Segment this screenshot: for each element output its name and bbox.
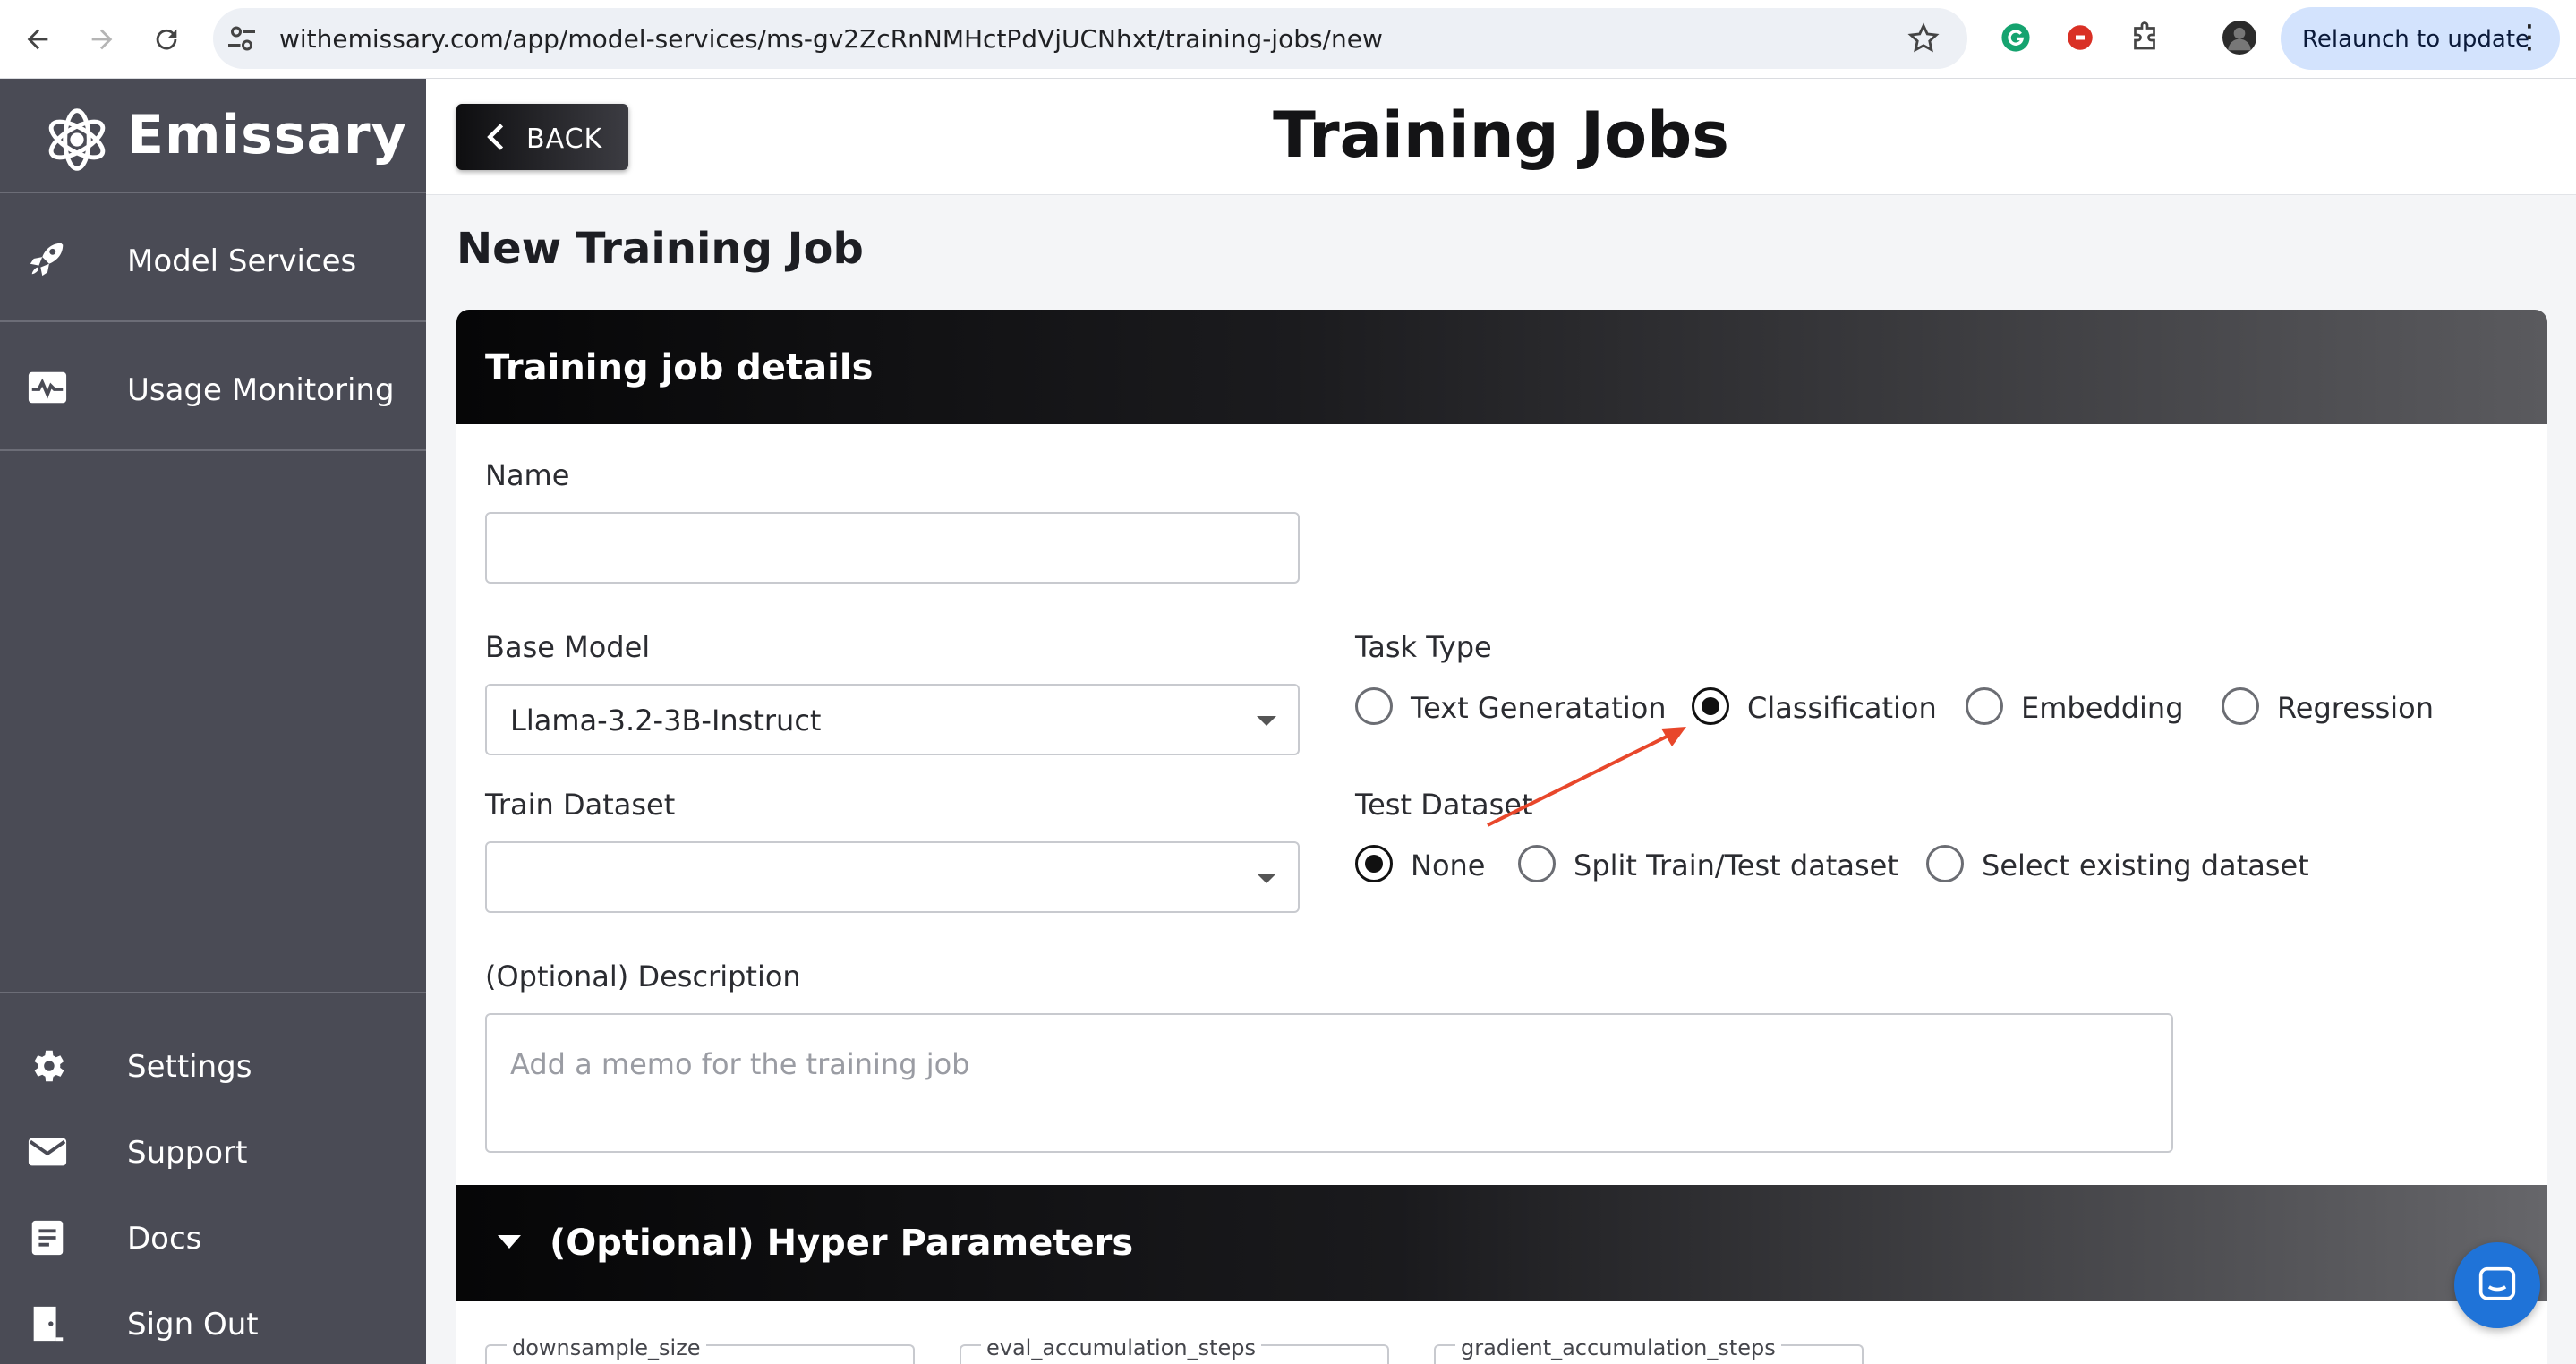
sidebar-link-docs[interactable]: Docs <box>0 1198 426 1278</box>
description-placeholder: Add a memo for the training job <box>510 1047 970 1081</box>
sidebar-bottom-links: Settings Support Docs Sign Out <box>0 992 426 1343</box>
description-textarea[interactable]: Add a memo for the training job <box>485 1013 2173 1153</box>
name-label: Name <box>485 458 570 492</box>
relaunch-label: Relaunch to update <box>2302 26 2530 53</box>
task-type-option-classification[interactable]: Classification <box>1692 687 1942 727</box>
section-title: New Training Job <box>456 224 864 274</box>
field-floating-label: downsample_size <box>507 1335 706 1360</box>
base-model-label: Base Model <box>485 630 651 664</box>
task-type-option-text-generation[interactable]: Text Generatation <box>1355 687 1677 727</box>
back-arrow-icon[interactable] <box>14 16 61 63</box>
record-extension-icon[interactable] <box>2062 20 2098 55</box>
test-dataset-option-split[interactable]: Split Train/Test dataset <box>1518 845 1912 884</box>
radio-button[interactable] <box>1355 687 1393 725</box>
bookmark-star-icon[interactable] <box>1906 21 1941 55</box>
radio-label: Classification <box>1747 691 1937 725</box>
gear-icon <box>34 1050 64 1082</box>
gradient-accumulation-steps-field[interactable]: gradient_accumulation_steps <box>1434 1335 1864 1364</box>
brand-name: Emissary <box>127 104 407 166</box>
radio-label: Embedding <box>2021 691 2184 725</box>
sidebar-link-label: Support <box>127 1135 248 1171</box>
card-header: Training job details <box>456 310 2547 424</box>
document-icon <box>31 1220 64 1256</box>
radio-label: Text Generatation <box>1411 691 1667 725</box>
sidebar-link-sign-out[interactable]: Sign Out <box>0 1283 426 1364</box>
sidebar-link-label: Settings <box>127 1049 252 1085</box>
browser-toolbar: withemissary.com/app/model-services/ms-g… <box>0 0 2576 79</box>
sidebar-item-model-services[interactable]: Model Services <box>0 195 426 322</box>
profile-avatar-icon[interactable] <box>2222 20 2257 55</box>
site-settings-icon[interactable] <box>226 22 258 55</box>
chevron-down-icon <box>1257 874 1276 883</box>
door-exit-icon <box>33 1306 64 1342</box>
radio-button[interactable] <box>1966 687 2003 725</box>
task-type-option-embedding[interactable]: Embedding <box>1966 687 2198 727</box>
train-dataset-select[interactable] <box>485 841 1300 913</box>
task-type-option-regression[interactable]: Regression <box>2222 687 2454 727</box>
radio-button[interactable] <box>1518 845 1556 882</box>
hyper-parameters-title: (Optional) Hyper Parameters <box>550 1223 1134 1264</box>
grammarly-extension-icon[interactable] <box>1998 20 2034 55</box>
test-dataset-option-existing[interactable]: Select existing dataset <box>1926 845 2320 884</box>
sidebar-link-settings[interactable]: Settings <box>0 1026 426 1106</box>
name-input[interactable] <box>485 512 1300 584</box>
sidebar-item-label: Model Services <box>127 243 357 279</box>
more-menu-icon[interactable]: ⋮ <box>2513 18 2546 57</box>
sidebar-item-label: Usage Monitoring <box>127 372 395 408</box>
task-type-label: Task Type <box>1355 630 1492 664</box>
reload-icon[interactable] <box>143 16 190 63</box>
chevron-down-icon <box>1257 716 1276 726</box>
caret-down-icon <box>498 1235 521 1249</box>
radio-label: Regression <box>2277 691 2435 725</box>
relaunch-update-button[interactable]: Relaunch to update ⋮ <box>2281 7 2560 70</box>
pulse-monitor-icon <box>28 371 67 404</box>
radio-label: None <box>1411 848 1486 882</box>
radio-button[interactable] <box>2222 687 2259 725</box>
forward-arrow-icon[interactable] <box>79 16 125 63</box>
radio-button-selected[interactable] <box>1692 687 1729 725</box>
sidebar-link-label: Docs <box>127 1221 202 1257</box>
base-model-value: Llama-3.2-3B-Instruct <box>510 703 822 737</box>
address-bar[interactable]: withemissary.com/app/model-services/ms-g… <box>213 8 1967 69</box>
chat-widget-button[interactable] <box>2454 1242 2540 1328</box>
radio-label: Split Train/Test dataset <box>1574 848 1898 882</box>
brand-header[interactable]: Emissary <box>0 79 426 193</box>
page-title: Training Jobs <box>1273 98 1729 172</box>
sidebar-link-support[interactable]: Support <box>0 1112 426 1192</box>
url-text[interactable]: withemissary.com/app/model-services/ms-g… <box>279 24 1383 54</box>
page-header: BACK Training Jobs <box>426 79 2576 195</box>
card-title: Training job details <box>485 347 874 388</box>
radio-button-selected[interactable] <box>1355 845 1393 882</box>
envelope-icon <box>28 1138 67 1166</box>
sidebar-item-usage-monitoring[interactable]: Usage Monitoring <box>0 324 426 451</box>
sidebar-link-label: Sign Out <box>127 1307 259 1343</box>
field-floating-label: eval_accumulation_steps <box>981 1335 1262 1360</box>
field-floating-label: gradient_accumulation_steps <box>1455 1335 1781 1360</box>
test-dataset-option-none[interactable]: None <box>1355 845 1498 884</box>
extensions-puzzle-icon[interactable] <box>2127 20 2162 55</box>
emissary-logo-icon <box>48 108 106 171</box>
test-dataset-label: Test Dataset <box>1355 788 1533 822</box>
radio-button[interactable] <box>1926 845 1964 882</box>
eval-accumulation-steps-field[interactable]: eval_accumulation_steps <box>960 1335 1389 1364</box>
downsample-size-field[interactable]: downsample_size <box>485 1335 915 1364</box>
base-model-select[interactable]: Llama-3.2-3B-Instruct <box>485 684 1300 755</box>
description-label: (Optional) Description <box>485 959 801 993</box>
hyper-parameters-toggle[interactable]: (Optional) Hyper Parameters <box>456 1185 2547 1301</box>
sidebar: Emissary Model Services Usage Monitoring… <box>0 79 426 1364</box>
rocket-icon <box>30 243 64 277</box>
chat-icon <box>2478 1266 2516 1300</box>
training-job-form-card: Training job details Name Base Model Lla… <box>456 310 2547 1364</box>
train-dataset-label: Train Dataset <box>485 788 676 822</box>
radio-label: Select existing dataset <box>1982 848 2309 882</box>
